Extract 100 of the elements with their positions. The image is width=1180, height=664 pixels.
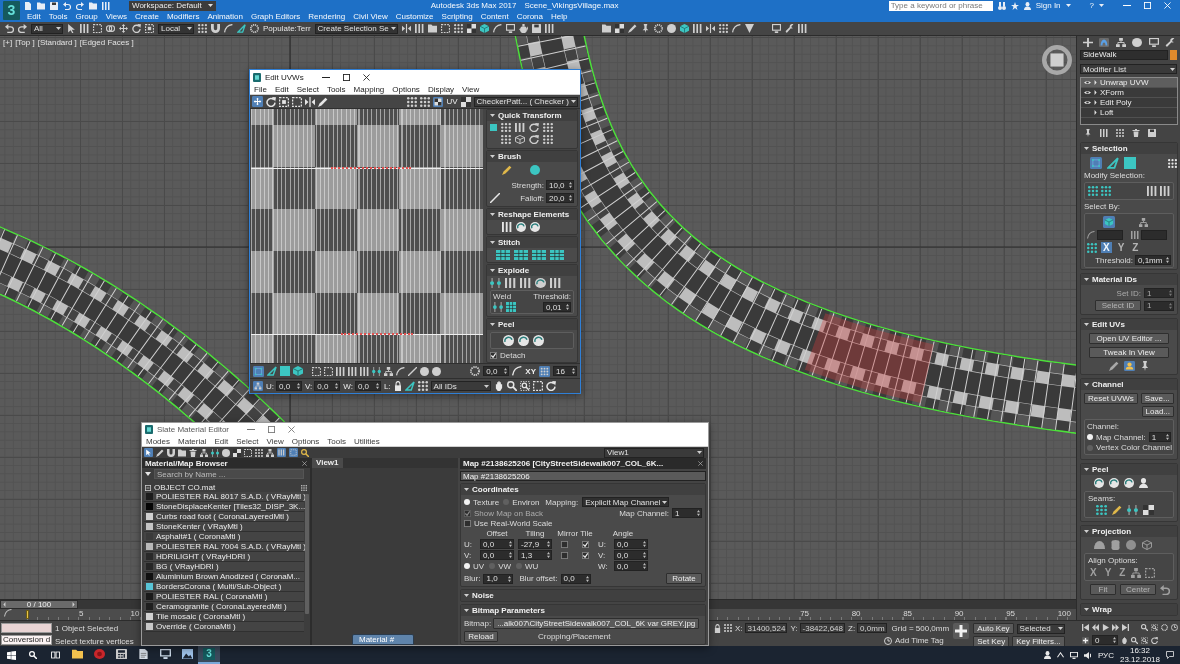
- plane-radio[interactable]: WU: [516, 561, 539, 571]
- menu-item[interactable]: Views: [105, 12, 127, 21]
- round-arrow-icon[interactable]: [503, 335, 514, 346]
- play-icon[interactable]: [1102, 624, 1109, 631]
- star-icon[interactable]: [1010, 1, 1019, 10]
- triangle-down-icon[interactable]: [571, 100, 576, 103]
- redo-icon[interactable]: [76, 1, 84, 10]
- save-button[interactable]: Save...: [1140, 393, 1174, 404]
- menu-item[interactable]: Select: [296, 84, 319, 94]
- triangle-down-icon[interactable]: [662, 500, 668, 504]
- help-button[interactable]: ?: [1089, 1, 1094, 10]
- dot-grid-icon[interactable]: [539, 365, 550, 377]
- real-world-scale-checkbox[interactable]: Use Real-World Scale: [464, 519, 702, 528]
- rect-select-icon[interactable]: [1145, 567, 1156, 578]
- folder-icon[interactable]: [37, 1, 45, 10]
- move-icon[interactable]: [119, 24, 128, 33]
- axis-toggle[interactable]: Z: [1130, 242, 1141, 253]
- bars-icon[interactable]: [550, 278, 561, 288]
- bars-icon[interactable]: [348, 366, 357, 376]
- round-arrow-icon[interactable]: [535, 278, 546, 288]
- brush-icon[interactable]: [1108, 361, 1119, 371]
- spinner-arrows-icon[interactable]: [1113, 637, 1116, 643]
- hand-icon[interactable]: [493, 381, 504, 391]
- magnet-icon[interactable]: [167, 448, 175, 457]
- triangle-down-icon[interactable]: [490, 155, 495, 158]
- grid-size-spinner[interactable]: 16: [553, 366, 577, 376]
- menu-item[interactable]: Tools: [326, 84, 346, 94]
- hierarchy-icon[interactable]: [1115, 38, 1126, 47]
- mirror-icon[interactable]: [401, 24, 411, 33]
- spinner-arrows-icon[interactable]: [697, 510, 700, 516]
- viewport-label[interactable]: [+]: [3, 38, 13, 47]
- trash-icon[interactable]: [189, 448, 197, 457]
- coordinate-spinner[interactable]: 0,0: [276, 381, 302, 391]
- menu-item[interactable]: View: [462, 84, 480, 94]
- hierarchy-icon[interactable]: [253, 381, 263, 391]
- magnifier-icon[interactable]: [1131, 636, 1138, 644]
- listener-input-field[interactable]: [1, 623, 52, 633]
- menu-item[interactable]: Display: [427, 84, 455, 94]
- skip-end-icon[interactable]: [1122, 624, 1129, 631]
- clock-icon[interactable]: [1171, 624, 1178, 631]
- bars-icon[interactable]: [1100, 129, 1108, 137]
- bars-icon[interactable]: [1147, 186, 1157, 196]
- folder-icon[interactable]: [71, 649, 83, 659]
- bars-icon[interactable]: [502, 222, 512, 232]
- rollout-header[interactable]: Wrap: [1081, 604, 1177, 615]
- menu-item[interactable]: Edit: [27, 12, 41, 21]
- rollout-header[interactable]: Stitch: [487, 237, 577, 248]
- mapping-dropdown[interactable]: Explicit Map Channel: [582, 497, 670, 507]
- triangle-left-icon[interactable]: [3, 602, 6, 607]
- round-arrow-icon[interactable]: [533, 335, 544, 346]
- mirror-checkbox[interactable]: [561, 540, 568, 548]
- curve-icon[interactable]: [224, 24, 233, 33]
- texture-dropdown[interactable]: CheckerPatt... ( Checker ): [473, 96, 578, 107]
- trash-icon[interactable]: [1132, 129, 1140, 137]
- dot-grid-icon[interactable]: [420, 96, 431, 107]
- wrench-icon[interactable]: [1164, 38, 1175, 47]
- checker-icon[interactable]: [466, 24, 476, 33]
- triangle-down-icon[interactable]: [464, 488, 469, 491]
- arch-icon[interactable]: [1099, 38, 1110, 47]
- mirror-icon[interactable]: [305, 96, 315, 107]
- mirror-icon[interactable]: [705, 24, 715, 33]
- triangle-edge-icon[interactable]: [1107, 157, 1119, 169]
- tiling-spinner[interactable]: 1,3: [518, 550, 552, 560]
- material-list-item[interactable]: BG ( VRayHDRI ): [144, 562, 304, 572]
- dot-grid-icon[interactable]: [255, 448, 263, 457]
- square-dots-icon[interactable]: [253, 365, 264, 377]
- magnifier-icon[interactable]: [29, 651, 37, 659]
- coordinate-field[interactable]: 0,0mm: [857, 623, 887, 633]
- document-icon[interactable]: [137, 649, 149, 659]
- modifier-stack-item[interactable]: XForm: [1081, 88, 1177, 98]
- dome-icon[interactable]: [1094, 541, 1105, 549]
- grid-tile-icon[interactable]: [496, 250, 510, 260]
- menu-item[interactable]: Modifiers: [166, 12, 200, 21]
- viewport-label[interactable]: [Top ]: [15, 38, 35, 47]
- brush-icon[interactable]: [318, 96, 328, 107]
- source-radio[interactable]: Texture: [464, 497, 500, 507]
- bars-icon[interactable]: [414, 24, 424, 33]
- triangle-down-icon[interactable]: [490, 269, 495, 272]
- monitor-icon[interactable]: [1069, 651, 1078, 659]
- triangle-down-icon[interactable]: [390, 27, 396, 30]
- bars-icon[interactable]: [520, 278, 531, 288]
- material-swatch-icon[interactable]: [146, 613, 153, 620]
- brush-icon[interactable]: [156, 448, 164, 457]
- speech-bubble-icon[interactable]: [1166, 651, 1174, 659]
- rollout-header[interactable]: Bitmap Parameters: [461, 605, 705, 616]
- square-dots-icon[interactable]: [1090, 157, 1102, 169]
- magnifier-icon[interactable]: [506, 381, 517, 391]
- maximize-icon[interactable]: [342, 73, 350, 81]
- viewport-label[interactable]: [Edged Faces ]: [79, 38, 134, 47]
- current-frame-spinner[interactable]: 0: [1092, 635, 1118, 645]
- listener-output-field[interactable]: Conversion d: [1, 635, 52, 645]
- undo-icon[interactable]: [63, 1, 71, 10]
- triangle-down-icon[interactable]: [1084, 608, 1089, 611]
- editor-button[interactable]: Tweak In View: [1089, 347, 1169, 358]
- checkbox[interactable]: [464, 520, 471, 527]
- rollout-header[interactable]: Selection: [1081, 143, 1177, 154]
- rollout-header[interactable]: Explode: [487, 265, 577, 276]
- tiling-spinner[interactable]: -27,9: [518, 539, 552, 549]
- checker-icon[interactable]: [433, 96, 444, 107]
- twin-dots-icon[interactable]: [493, 302, 503, 312]
